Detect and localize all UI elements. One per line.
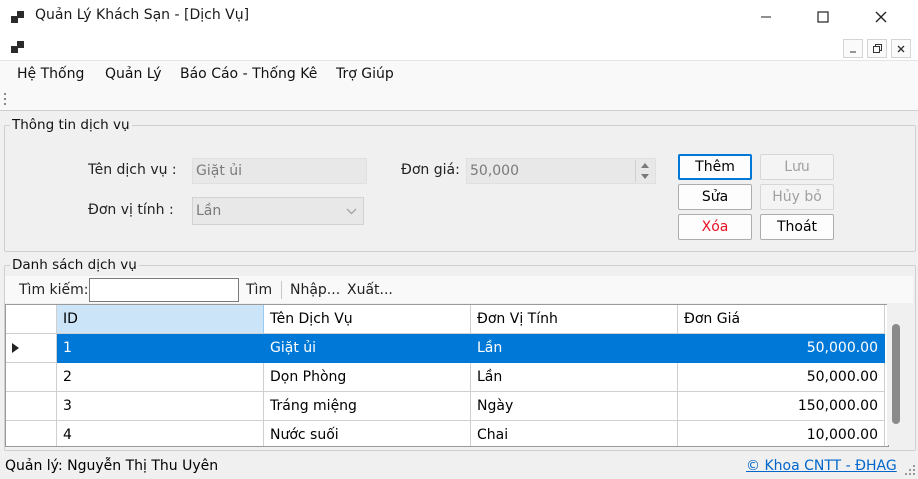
row-header[interactable] (6, 392, 57, 421)
column-header-price[interactable]: Đơn Giá (678, 305, 885, 334)
import-button[interactable]: Nhập... (290, 282, 340, 298)
unit-combobox[interactable]: Lần (192, 197, 364, 225)
menu-he-thong[interactable]: Hệ Thống (17, 66, 84, 82)
exit-button[interactable]: Thoát (760, 214, 834, 240)
maximize-button[interactable] (800, 0, 846, 34)
row-header[interactable] (6, 334, 57, 363)
resize-grip-icon[interactable] (904, 464, 916, 476)
title-bar: Quản Lý Khách Sạn - [Dịch Vụ] (0, 0, 918, 34)
table-cell[interactable]: Tráng miệng (264, 392, 471, 421)
add-button[interactable]: Thêm (678, 154, 752, 180)
price-label: Đơn giá: (401, 162, 460, 178)
current-user-label: Quản lý: Nguyễn Thị Thu Uyên (5, 458, 219, 474)
menu-tro-giup[interactable]: Trợ Giúp (336, 66, 394, 82)
child-restore-button[interactable] (867, 39, 887, 58)
row-header[interactable] (6, 363, 57, 392)
price-value: 50,000 (470, 163, 519, 179)
table-cell[interactable]: 10,000.00 (678, 421, 885, 446)
delete-button[interactable]: Xóa (678, 214, 752, 240)
child-window-icon (11, 41, 24, 53)
table-cell[interactable]: 4 (57, 421, 264, 446)
service-name-field[interactable]: Giặt ủi (192, 158, 367, 184)
price-spinner[interactable] (635, 160, 654, 182)
table-cell[interactable]: 1 (57, 334, 264, 363)
search-button[interactable]: Tìm (246, 282, 272, 298)
column-header-id[interactable]: ID (57, 305, 264, 334)
menu-bar: Hệ Thống Quản Lý Báo Cáo - Thống Kê Trợ … (0, 61, 918, 88)
export-button[interactable]: Xuất... (347, 282, 393, 298)
table-cell[interactable]: 3 (57, 392, 264, 421)
row-header[interactable] (6, 421, 57, 446)
save-button[interactable]: Lưu (760, 154, 834, 180)
current-row-arrow-icon (12, 343, 19, 353)
table-cell[interactable]: 2 (57, 363, 264, 392)
table-cell[interactable]: 50,000.00 (678, 363, 885, 392)
child-minimize-button[interactable] (843, 39, 863, 58)
chevron-down-icon (346, 208, 357, 215)
price-stepper[interactable]: 50,000 (466, 158, 656, 184)
vertical-scrollbar[interactable] (887, 304, 905, 445)
table-cell[interactable]: Nước suối (264, 421, 471, 446)
close-icon (875, 11, 887, 23)
edit-button[interactable]: Sửa (678, 184, 752, 210)
cancel-button[interactable]: Hủy bỏ (760, 184, 834, 210)
restore-icon (872, 44, 882, 53)
service-name-value: Giặt ủi (196, 163, 243, 179)
service-table[interactable]: ID Tên Dịch Vụ Đơn Vị Tính Đơn Giá 1 Giặ… (5, 304, 889, 447)
table-cell[interactable]: 150,000.00 (678, 392, 885, 421)
tool-strip (0, 88, 918, 111)
status-bar: Quản lý: Nguyễn Thị Thu Uyên © Khoa CNTT… (0, 454, 918, 479)
table-cell[interactable]: Giặt ủi (264, 334, 471, 363)
window-title: Quản Lý Khách Sạn - [Dịch Vụ] (35, 7, 250, 23)
row-header-corner (6, 305, 57, 334)
child-close-button[interactable] (891, 39, 911, 58)
unit-value: Lần (196, 203, 222, 219)
unit-label: Đơn vị tính : (88, 202, 174, 218)
spin-up-icon[interactable] (641, 163, 649, 168)
minimize-button[interactable] (743, 0, 789, 34)
search-input[interactable] (89, 278, 239, 302)
mdi-child-bar (0, 34, 918, 61)
table-cell[interactable]: Lần (471, 334, 678, 363)
table-cell[interactable]: Chai (471, 421, 678, 446)
grip-icon[interactable] (4, 93, 7, 105)
spin-down-icon[interactable] (641, 174, 649, 179)
service-name-label: Tên dịch vụ : (88, 162, 177, 178)
table-cell[interactable]: Ngày (471, 392, 678, 421)
search-label: Tìm kiếm: (19, 282, 89, 298)
minimize-icon (850, 51, 856, 52)
column-header-unit[interactable]: Đơn Vị Tính (471, 305, 678, 334)
menu-quan-ly[interactable]: Quản Lý (105, 66, 162, 82)
column-header-name[interactable]: Tên Dịch Vụ (264, 305, 471, 334)
menu-bao-cao[interactable]: Báo Cáo - Thống Kê (180, 66, 317, 82)
app-icon (11, 11, 24, 23)
table-cell[interactable]: Lần (471, 363, 678, 392)
scrollbar-thumb[interactable] (892, 324, 900, 424)
close-button[interactable] (858, 0, 904, 34)
service-info-title: Thông tin dịch vụ (10, 117, 132, 133)
close-icon (897, 45, 905, 52)
table-cell[interactable]: Dọn Phòng (264, 363, 471, 392)
service-list-title: Danh sách dịch vụ (10, 257, 139, 273)
minimize-icon (761, 16, 771, 18)
toolstrip-separator (281, 281, 282, 299)
credit-link[interactable]: © Khoa CNTT - ĐHAG (746, 458, 897, 474)
maximize-icon (817, 11, 829, 23)
table-cell[interactable]: 50,000.00 (678, 334, 885, 363)
